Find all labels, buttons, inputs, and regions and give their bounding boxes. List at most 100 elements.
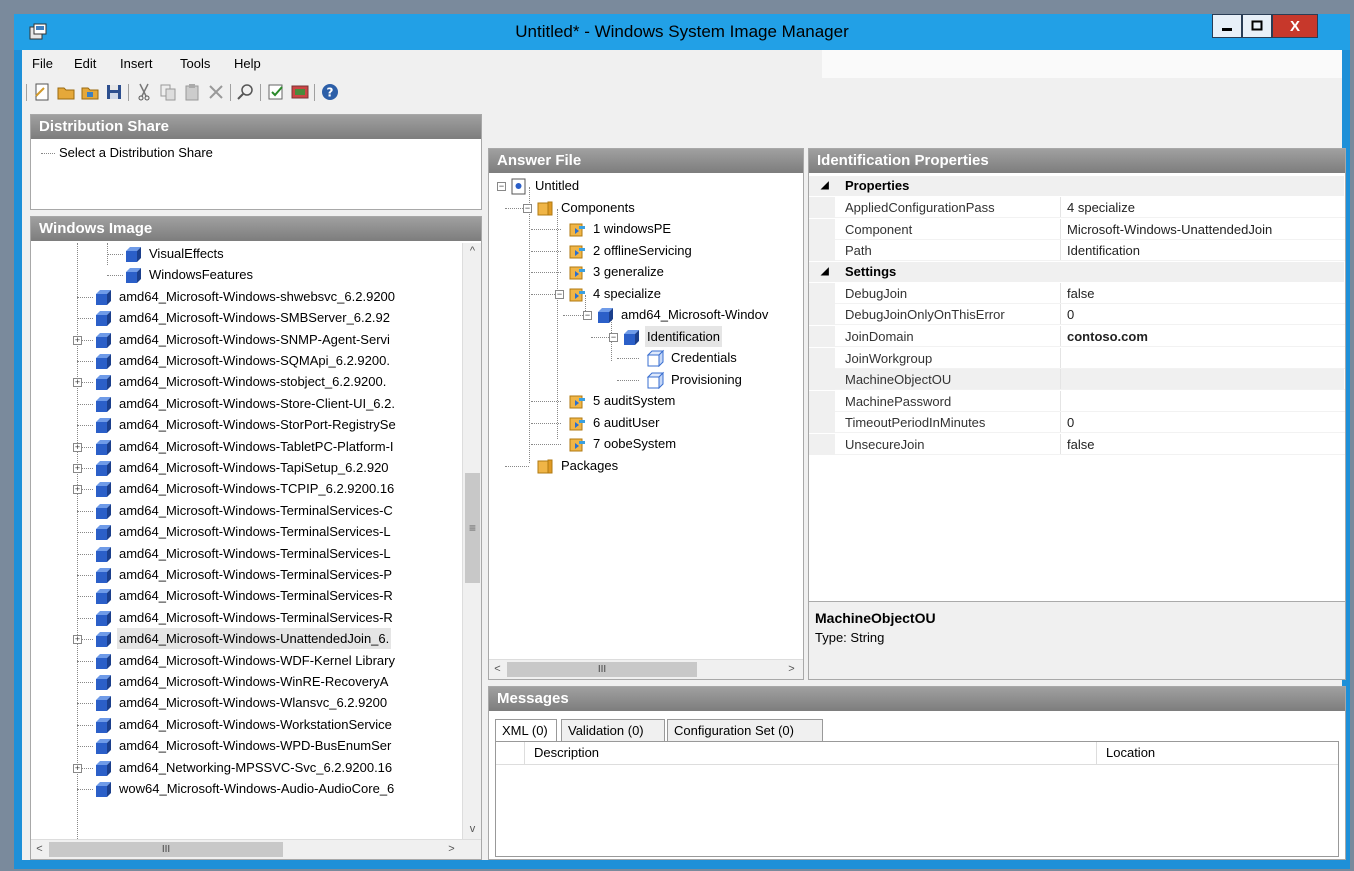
- collapse-icon[interactable]: −: [497, 182, 506, 191]
- open-distribution-icon[interactable]: [80, 82, 100, 102]
- tab-configuration-set[interactable]: Configuration Set (0): [667, 719, 823, 742]
- windows-image-item[interactable]: + amd64_Microsoft-Windows-TCPIP_6.2.9200.…: [31, 478, 461, 499]
- property-value[interactable]: Microsoft-Windows-UnattendedJoin: [1067, 219, 1272, 240]
- property-row[interactable]: TimeoutPeriodInMinutes 0: [809, 412, 1345, 434]
- collapse-icon[interactable]: −: [609, 333, 618, 342]
- answer-file-node[interactable]: − Untitled: [489, 175, 803, 196]
- property-row[interactable]: JoinDomain contoso.com: [809, 326, 1345, 347]
- windows-image-item[interactable]: amd64_Microsoft-Windows-TerminalServices…: [31, 607, 461, 628]
- windows-image-tree[interactable]: VisualEffects WindowsFeatures amd64_Micros…: [31, 243, 461, 839]
- collapse-icon[interactable]: −: [583, 311, 592, 320]
- property-row[interactable]: MachineObjectOU: [809, 369, 1345, 391]
- expand-icon[interactable]: +: [73, 764, 82, 773]
- property-row[interactable]: DebugJoin false: [809, 282, 1345, 304]
- windows-image-item[interactable]: amd64_Microsoft-Windows-WPD-BusEnumSer: [31, 735, 461, 756]
- select-distribution-share-item[interactable]: Select a Distribution Share: [59, 142, 213, 163]
- collapse-icon[interactable]: −: [523, 204, 532, 213]
- property-row[interactable]: DebugJoinOnlyOnThisError 0: [809, 304, 1345, 326]
- expand-icon[interactable]: +: [73, 378, 82, 387]
- menu-help[interactable]: Help: [234, 56, 261, 71]
- menu-file[interactable]: File: [32, 56, 53, 71]
- menu-tools[interactable]: Tools: [180, 56, 210, 71]
- answer-file-node[interactable]: Packages: [489, 455, 803, 476]
- properties-grid[interactable]: ◢ Properties AppliedConfigurationPass 4 spe…: [809, 176, 1345, 596]
- answer-file-horizontal-scrollbar[interactable]: < III >: [489, 659, 803, 679]
- windows-image-item[interactable]: amd64_Microsoft-Windows-TerminalServices…: [31, 543, 461, 564]
- answer-file-node[interactable]: 3 generalize: [489, 261, 803, 282]
- expand-icon[interactable]: +: [73, 464, 82, 473]
- column-location[interactable]: Location: [1106, 745, 1155, 760]
- save-icon[interactable]: [104, 82, 124, 102]
- scroll-thumb[interactable]: ≡: [465, 473, 480, 583]
- windows-image-item[interactable]: + amd64_Microsoft-Windows-UnattendedJoin_…: [31, 628, 461, 649]
- property-value[interactable]: 0: [1067, 412, 1074, 433]
- windows-image-item[interactable]: amd64_Microsoft-Windows-Wlansvc_6.2.9200: [31, 692, 461, 713]
- new-answer-file-icon[interactable]: [32, 82, 52, 102]
- property-value[interactable]: 0: [1067, 304, 1074, 325]
- windows-image-item[interactable]: + amd64_Microsoft-Windows-TabletPC-Platfo…: [31, 436, 461, 457]
- windows-image-item[interactable]: + amd64_Microsoft-Windows-TapiSetup_6.2.9…: [31, 457, 461, 478]
- answer-file-node[interactable]: 7 oobeSystem: [489, 433, 803, 454]
- windows-image-item[interactable]: amd64_Microsoft-Windows-SMBServer_6.2.92: [31, 307, 461, 328]
- windows-image-item[interactable]: wow64_Microsoft-Windows-Audio-AudioCore_…: [31, 778, 461, 799]
- property-row[interactable]: MachinePassword: [809, 390, 1345, 412]
- answer-file-node[interactable]: 2 offlineServicing: [489, 240, 803, 261]
- copy-icon[interactable]: [158, 82, 178, 102]
- expand-icon[interactable]: +: [73, 443, 82, 452]
- windows-image-item[interactable]: + amd64_Microsoft-Windows-SNMP-Agent-Serv…: [31, 329, 461, 350]
- windows-image-item[interactable]: VisualEffects: [31, 243, 461, 264]
- tab-xml[interactable]: XML (0): [495, 719, 557, 742]
- answer-file-node[interactable]: − Identification: [489, 326, 803, 347]
- answer-file-node[interactable]: − 4 specialize: [489, 283, 803, 304]
- windows-image-item[interactable]: amd64_Microsoft-Windows-WDF-Kernel Libra…: [31, 650, 461, 671]
- property-value[interactable]: false: [1067, 434, 1094, 455]
- cut-icon[interactable]: [134, 82, 154, 102]
- windows-image-item[interactable]: amd64_Microsoft-Windows-TerminalServices…: [31, 585, 461, 606]
- answer-file-node[interactable]: 6 auditUser: [489, 412, 803, 433]
- property-row[interactable]: JoinWorkgroup: [809, 347, 1345, 369]
- windows-image-item[interactable]: amd64_Microsoft-Windows-WorkstationServi…: [31, 714, 461, 735]
- property-value[interactable]: 4 specialize: [1067, 197, 1135, 218]
- collapse-triangle-icon[interactable]: ◢: [821, 176, 829, 196]
- scroll-left-button[interactable]: <: [489, 661, 506, 678]
- windows-image-item[interactable]: amd64_Microsoft-Windows-WinRE-RecoveryA: [31, 671, 461, 692]
- collapse-triangle-icon[interactable]: ◢: [821, 262, 829, 282]
- find-icon[interactable]: [236, 82, 256, 102]
- answer-file-tree[interactable]: − Untitled − Components 1 windowsPE 2 offline…: [489, 175, 803, 655]
- minimize-button[interactable]: [1212, 14, 1242, 38]
- scroll-thumb-horizontal[interactable]: III: [49, 842, 283, 857]
- delete-icon[interactable]: [206, 82, 226, 102]
- windows-image-vertical-scrollbar[interactable]: ^ ≡ v: [462, 243, 481, 839]
- property-category[interactable]: ◢ Properties: [809, 176, 1344, 196]
- open-icon[interactable]: [56, 82, 76, 102]
- create-configuration-set-icon[interactable]: [290, 82, 310, 102]
- tab-validation[interactable]: Validation (0): [561, 719, 665, 742]
- answer-file-node[interactable]: − Components: [489, 197, 803, 218]
- scroll-up-button[interactable]: ^: [464, 243, 481, 260]
- windows-image-item[interactable]: WindowsFeatures: [31, 264, 461, 285]
- menu-edit[interactable]: Edit: [74, 56, 96, 71]
- scroll-right-button[interactable]: >: [443, 841, 460, 858]
- answer-file-node[interactable]: 1 windowsPE: [489, 218, 803, 239]
- help-icon[interactable]: ?: [320, 82, 340, 102]
- property-value[interactable]: contoso.com: [1067, 326, 1148, 347]
- messages-list[interactable]: Description Location: [495, 741, 1339, 857]
- column-description[interactable]: Description: [534, 745, 599, 760]
- close-button[interactable]: X: [1272, 14, 1318, 38]
- scroll-down-button[interactable]: v: [464, 821, 481, 838]
- windows-image-item[interactable]: amd64_Microsoft-Windows-SQMApi_6.2.9200.: [31, 350, 461, 371]
- windows-image-item[interactable]: amd64_Microsoft-Windows-TerminalServices…: [31, 500, 461, 521]
- windows-image-item[interactable]: amd64_Microsoft-Windows-shwebsvc_6.2.920…: [31, 286, 461, 307]
- windows-image-item[interactable]: + amd64_Networking-MPSSVC-Svc_6.2.9200.16: [31, 757, 461, 778]
- windows-image-item[interactable]: amd64_Microsoft-Windows-TerminalServices…: [31, 564, 461, 585]
- scroll-right-button[interactable]: >: [783, 661, 800, 678]
- scroll-left-button[interactable]: <: [31, 841, 48, 858]
- windows-image-item[interactable]: amd64_Microsoft-Windows-TerminalServices…: [31, 521, 461, 542]
- windows-image-item[interactable]: + amd64_Microsoft-Windows-stobject_6.2.92…: [31, 371, 461, 392]
- answer-file-node[interactable]: Credentials: [489, 347, 803, 368]
- property-row[interactable]: Component Microsoft-Windows-UnattendedJoi…: [809, 218, 1345, 240]
- windows-image-item[interactable]: amd64_Microsoft-Windows-StorPort-Registr…: [31, 414, 461, 435]
- validate-icon[interactable]: [266, 82, 286, 102]
- property-row[interactable]: AppliedConfigurationPass 4 specialize: [809, 197, 1345, 218]
- answer-file-node[interactable]: 5 auditSystem: [489, 390, 803, 411]
